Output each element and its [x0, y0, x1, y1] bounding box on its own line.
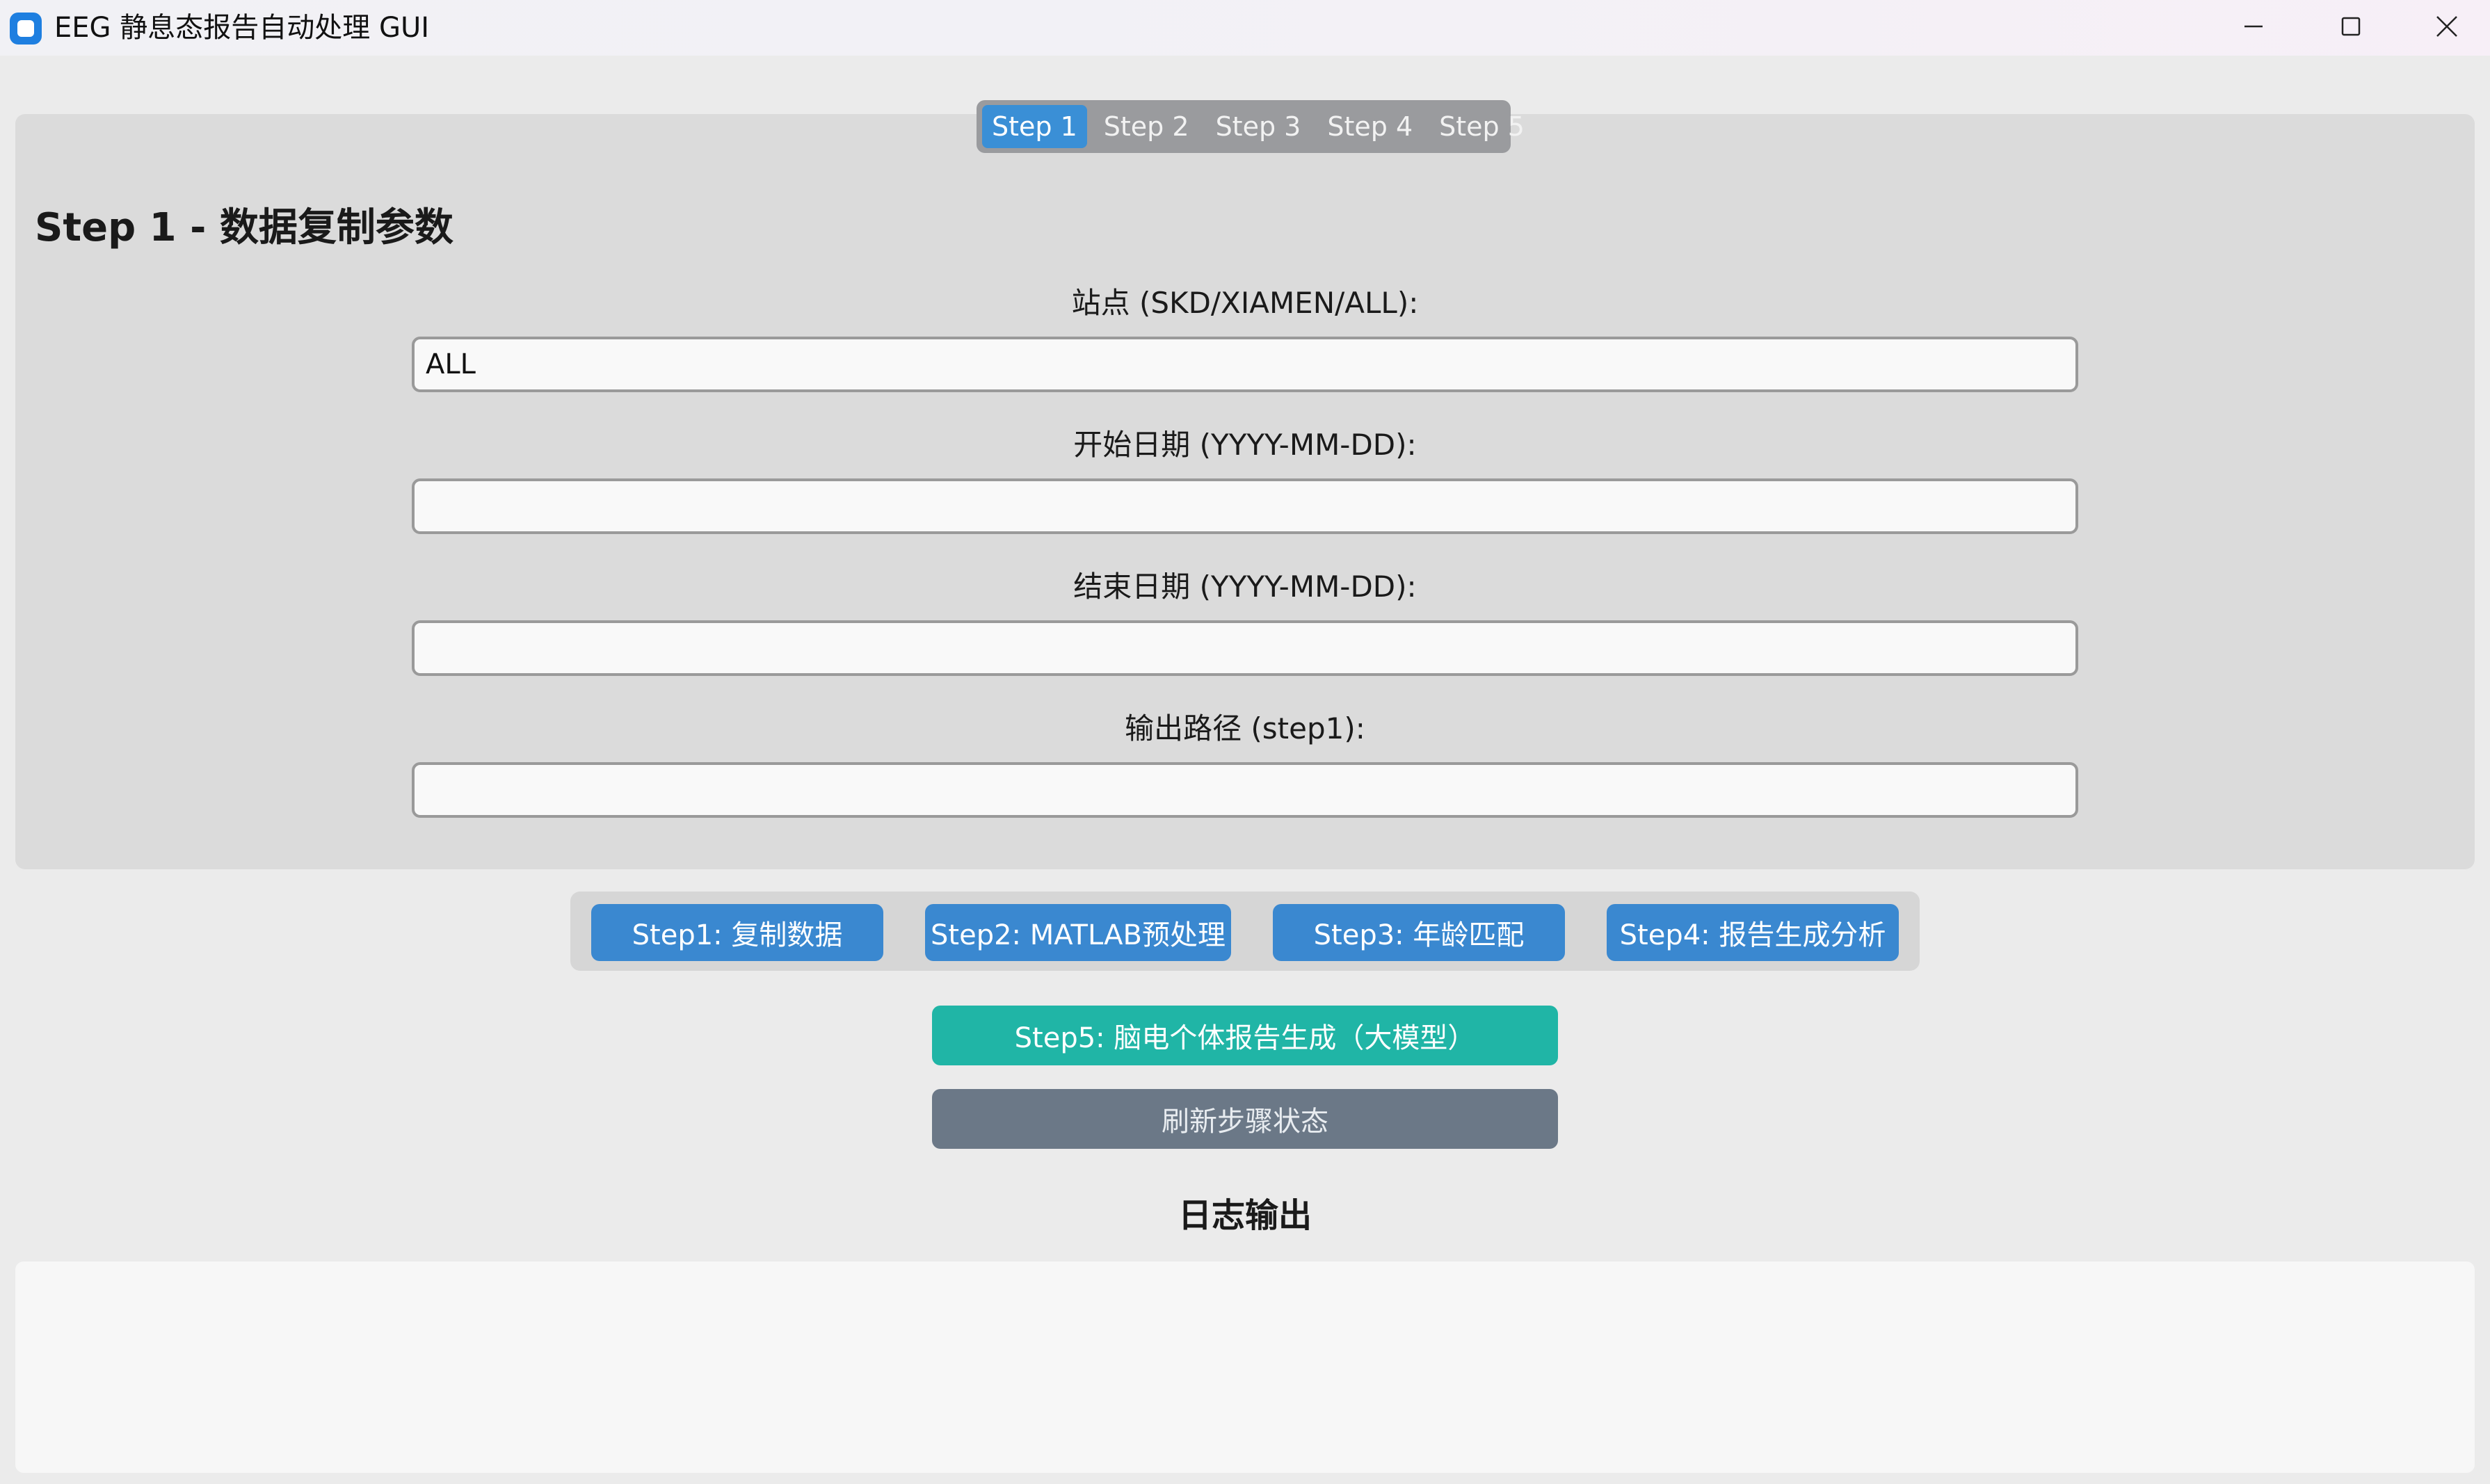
step-tabbar: Step 1 Step 2 Step 3 Step 4 Step 5 [977, 100, 1525, 153]
log-title: 日志输出 [1178, 1196, 1312, 1235]
close-icon [2436, 16, 2457, 37]
site-input[interactable] [412, 337, 2078, 392]
step3-age-match-button[interactable]: Step3: 年龄匹配 [1273, 904, 1565, 961]
step1-copy-data-button[interactable]: Step1: 复制数据 [591, 904, 883, 961]
step2-matlab-preprocess-button[interactable]: Step2: MATLAB预处理 [925, 904, 1231, 961]
start-date-input[interactable] [412, 478, 2078, 534]
tab-step-3[interactable]: Step 3 [1206, 105, 1311, 148]
site-label: 站点 (SKD/XIAMEN/ALL): [1071, 286, 1419, 320]
start-date-label: 开始日期 (YYYY-MM-DD): [1073, 428, 1417, 462]
maximize-icon [2341, 17, 2361, 36]
step5-individual-report-button[interactable]: Step5: 脑电个体报告生成（大模型） [932, 1006, 1558, 1065]
end-date-input[interactable] [412, 620, 2078, 676]
output-path-input[interactable] [412, 762, 2078, 818]
section-title: Step 1 - 数据复制参数 [35, 205, 453, 250]
output-path-label: 输出路径 (step1): [1125, 711, 1365, 745]
title-bar: EEG 静息态报告自动处理 GUI [0, 0, 2490, 56]
app-icon [10, 13, 42, 45]
step4-report-analysis-button[interactable]: Step4: 报告生成分析 [1607, 904, 1899, 961]
minimize-icon [2244, 25, 2263, 28]
tab-step-1[interactable]: Step 1 [982, 105, 1087, 148]
log-output[interactable] [15, 1261, 2475, 1473]
close-button[interactable] [2398, 0, 2490, 53]
tab-step-2[interactable]: Step 2 [1094, 105, 1199, 148]
window-title: EEG 静息态报告自动处理 GUI [54, 12, 430, 44]
tab-step-4[interactable]: Step 4 [1317, 105, 1422, 148]
maximize-button[interactable] [2302, 0, 2400, 53]
minimize-button[interactable] [2205, 0, 2302, 53]
tab-step-5[interactable]: Step 5 [1429, 105, 1534, 148]
refresh-status-button[interactable]: 刷新步骤状态 [932, 1089, 1558, 1149]
end-date-label: 结束日期 (YYYY-MM-DD): [1073, 570, 1417, 604]
